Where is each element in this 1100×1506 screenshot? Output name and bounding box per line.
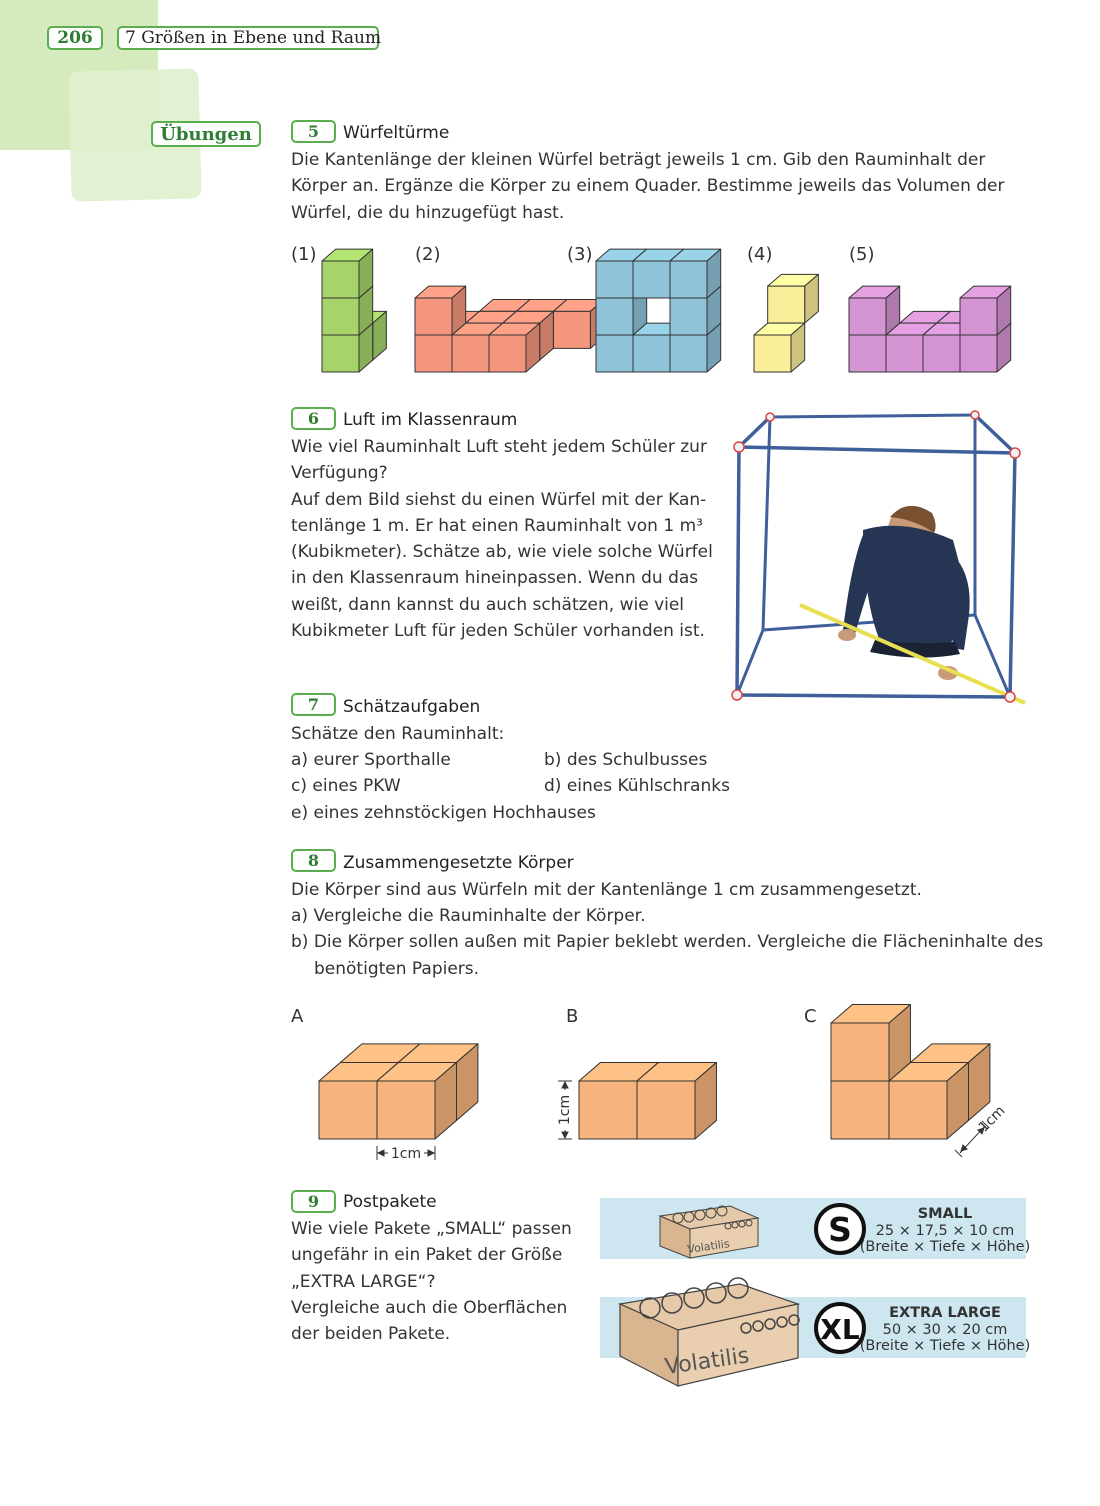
xl-dims: 50 × 30 × 20 cm [883, 1322, 1008, 1338]
dimension-label-a: 1cm [391, 1146, 421, 1162]
exercise-title: Postpakete [343, 1192, 437, 1212]
body-c [830, 1003, 991, 1140]
cube-face [636, 1080, 696, 1140]
small-name: SMALL [918, 1206, 973, 1222]
xl-dims-sub: (Breite × Tiefe × Höhe) [860, 1338, 1030, 1354]
exercise-text: Wie viele Pakete „SMALL“ passen ungefähr… [291, 1216, 572, 1347]
cube-face [888, 1080, 948, 1140]
cube-face [578, 1080, 638, 1140]
cube-face [830, 1022, 890, 1082]
size-s-badge: S [828, 1210, 852, 1249]
composite-bodies-figure: 1cm 1cm 1cm [318, 1003, 1009, 1162]
xl-name: EXTRA LARGE [889, 1305, 1001, 1321]
dimension-label-b: 1cm [557, 1095, 573, 1125]
text-line: der beiden Pakete. [291, 1324, 451, 1345]
cube-face [318, 1080, 378, 1140]
body-b [578, 1061, 717, 1140]
cube-face [376, 1080, 436, 1140]
text-line: ungefähr in ein Paket der Größe [291, 1245, 563, 1266]
text-line: „EXTRA LARGE“? [291, 1271, 436, 1292]
small-dims: 25 × 17,5 × 10 cm [876, 1223, 1015, 1239]
text-line: Vergleiche auch die Oberflächen [291, 1297, 568, 1318]
package-sizes-figure: Volatilis Volatilis S SMALL 25 × 17,5 × … [600, 1198, 1030, 1387]
small-dims-sub: (Breite × Tiefe × Höhe) [860, 1239, 1030, 1255]
exercise-number: 9 [291, 1190, 336, 1213]
body-a [318, 1043, 479, 1140]
xl-package-icon: Volatilis [617, 1277, 801, 1387]
cube-face [830, 1080, 890, 1140]
size-xl-badge: XL [820, 1313, 860, 1346]
text-line: Wie viele Pakete „SMALL“ passen [291, 1219, 572, 1239]
